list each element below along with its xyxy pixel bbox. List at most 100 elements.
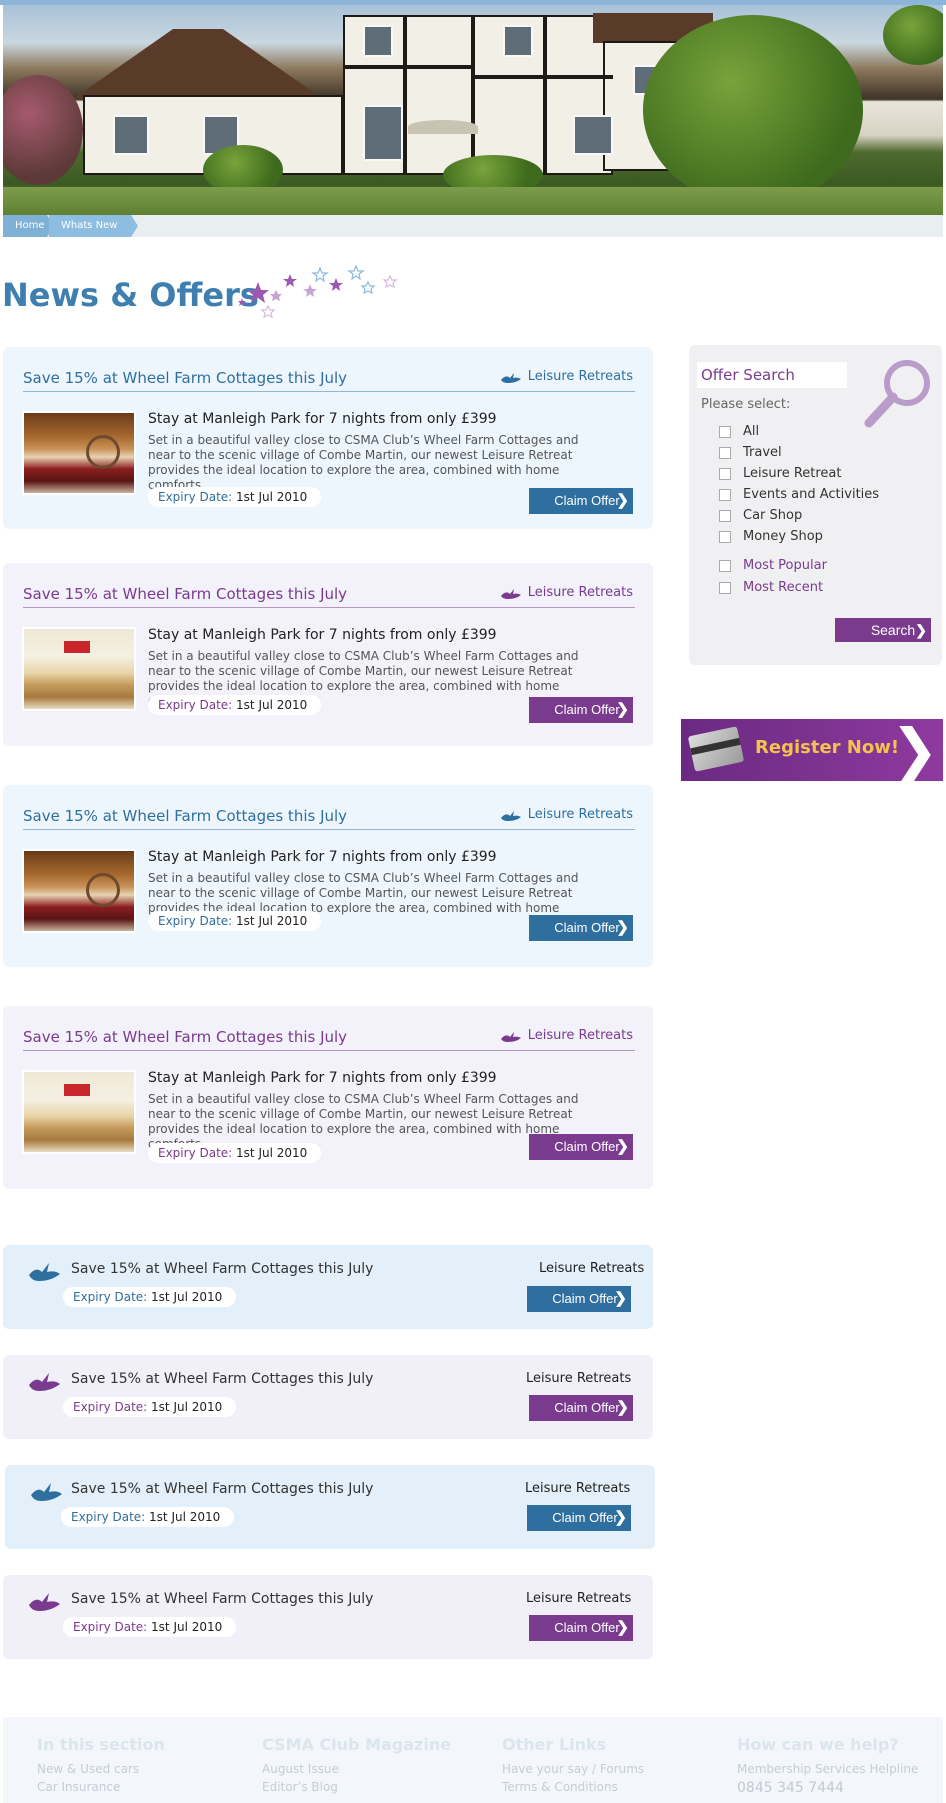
membership-card-icon xyxy=(687,726,745,772)
offer-image[interactable] xyxy=(22,627,136,711)
claim-offer-button[interactable]: Claim Offer xyxy=(529,697,633,723)
checkbox[interactable] xyxy=(719,509,731,522)
claim-offer-button[interactable]: Claim Offer xyxy=(529,1395,633,1421)
filter-money-shop[interactable]: Money Shop xyxy=(719,529,823,544)
bird-icon xyxy=(500,810,521,821)
checkbox[interactable] xyxy=(719,467,731,480)
sort-most-popular[interactable]: Most Popular xyxy=(719,558,827,573)
garden-umbrella xyxy=(408,120,478,134)
offer-title[interactable]: Save 15% at Wheel Farm Cottages this Jul… xyxy=(23,807,347,825)
offer-title[interactable]: Save 15% at Wheel Farm Cottages this Jul… xyxy=(71,1261,373,1277)
offer-category[interactable]: Leisure Retreats xyxy=(525,1481,630,1496)
offer-card: Save 15% at Wheel Farm Cottages this Jul… xyxy=(3,563,653,746)
checkbox[interactable] xyxy=(719,425,731,438)
offer-category[interactable]: Leisure Retreats xyxy=(526,1371,631,1386)
filter-all[interactable]: All xyxy=(719,424,759,439)
offer-category[interactable]: Leisure Retreats xyxy=(539,1261,644,1276)
filter-travel[interactable]: Travel xyxy=(719,445,782,460)
footer-link[interactable]: August Issue xyxy=(262,1760,451,1778)
divider xyxy=(23,607,635,608)
helpline-phone: 0845 345 7444 xyxy=(737,1780,844,1796)
claim-offer-button[interactable]: Claim Offer xyxy=(527,1286,631,1312)
expiry-badge: Expiry Date: 1st Jul 2010 xyxy=(63,1287,237,1307)
bird-icon xyxy=(29,1373,60,1391)
offer-category[interactable]: Leisure Retreats xyxy=(526,1591,631,1606)
divider xyxy=(23,1050,635,1051)
offer-headline: Stay at Manleigh Park for 7 nights from … xyxy=(148,849,497,865)
register-now-label: Register Now! xyxy=(755,737,900,758)
offer-category[interactable]: Leisure Retreats xyxy=(500,585,633,600)
expiry-badge: Expiry Date: 1st Jul 2010 xyxy=(61,1507,235,1527)
footer-link[interactable]: New & Used cars xyxy=(37,1760,165,1778)
filter-label: Car Shop xyxy=(743,508,803,523)
offer-title[interactable]: Save 15% at Wheel Farm Cottages this Jul… xyxy=(71,1371,373,1387)
claim-offer-button[interactable]: Claim Offer xyxy=(529,488,633,514)
offer-card: Save 15% at Wheel Farm Cottages this Jul… xyxy=(3,347,653,529)
sort-label: Most Popular xyxy=(743,558,827,573)
filter-label: Events and Activities xyxy=(743,487,880,502)
offer-image[interactable] xyxy=(22,411,136,495)
expiry-label: Expiry Date: xyxy=(73,1400,148,1414)
filter-events-and-activities[interactable]: Events and Activities xyxy=(719,487,879,502)
offer-headline: Stay at Manleigh Park for 7 nights from … xyxy=(148,411,497,427)
footer-link[interactable]: Car Insurance xyxy=(37,1778,165,1796)
sort-label: Most Recent xyxy=(743,580,824,595)
expiry-badge: Expiry Date: 1st Jul 2010 xyxy=(148,911,322,931)
expiry-badge: Expiry Date: 1st Jul 2010 xyxy=(148,487,322,507)
tree xyxy=(643,15,863,205)
offer-card: Save 15% at Wheel Farm Cottages this Jul… xyxy=(3,785,653,967)
breadcrumb-home[interactable]: Home xyxy=(3,215,47,237)
footer-link[interactable]: Membership Services Helpline xyxy=(737,1760,918,1778)
breadcrumb-separator xyxy=(131,215,138,237)
window xyxy=(113,115,149,155)
window xyxy=(573,115,613,155)
offer-title[interactable]: Save 15% at Wheel Farm Cottages this Jul… xyxy=(23,1028,347,1046)
checkbox[interactable] xyxy=(719,488,731,501)
footer-link[interactable]: Editor’s Blog xyxy=(262,1778,451,1796)
claim-offer-button[interactable]: Claim Offer xyxy=(529,1134,633,1160)
filter-leisure-retreat[interactable]: Leisure Retreat xyxy=(719,466,842,481)
magnifier-icon xyxy=(864,360,930,428)
offer-title[interactable]: Save 15% at Wheel Farm Cottages this Jul… xyxy=(71,1481,373,1497)
bird-icon xyxy=(500,588,521,599)
search-button[interactable]: Search xyxy=(835,618,931,642)
register-now-banner[interactable]: Register Now! ❯ xyxy=(681,719,943,781)
offer-category-label: Leisure Retreats xyxy=(527,585,633,600)
offer-title[interactable]: Save 15% at Wheel Farm Cottages this Jul… xyxy=(23,369,347,387)
expiry-date: 1st Jul 2010 xyxy=(236,490,308,504)
expiry-badge: Expiry Date: 1st Jul 2010 xyxy=(148,695,322,715)
footer-heading: How can we help? xyxy=(737,1735,899,1754)
offer-title[interactable]: Save 15% at Wheel Farm Cottages this Jul… xyxy=(23,585,347,603)
filter-label: Money Shop xyxy=(743,529,823,544)
claim-offer-button[interactable]: Claim Offer xyxy=(529,1615,633,1641)
footer-column: CSMA Club Magazine August Issue Editor’s… xyxy=(262,1735,451,1796)
offer-title[interactable]: Save 15% at Wheel Farm Cottages this Jul… xyxy=(71,1591,373,1607)
expiry-date: 1st Jul 2010 xyxy=(236,914,308,928)
footer-link[interactable]: Have your say / Forums xyxy=(502,1760,644,1778)
checkbox[interactable] xyxy=(719,581,731,594)
checkbox[interactable] xyxy=(719,559,731,572)
offer-category-label: Leisure Retreats xyxy=(527,1028,633,1043)
offer-card: Save 15% at Wheel Farm Cottages this Jul… xyxy=(3,1006,653,1189)
filter-car-shop[interactable]: Car Shop xyxy=(719,508,802,523)
page-title: News & Offers xyxy=(2,276,259,314)
sort-most-recent[interactable]: Most Recent xyxy=(719,580,823,595)
expiry-date: 1st Jul 2010 xyxy=(151,1400,223,1414)
footer-link[interactable]: Terms & Conditions xyxy=(502,1778,644,1796)
offer-search-panel: Offer Search Please select: All Travel L… xyxy=(689,345,942,665)
claim-offer-button[interactable]: Claim Offer xyxy=(527,1505,631,1531)
expiry-label: Expiry Date: xyxy=(158,490,233,504)
checkbox[interactable] xyxy=(719,530,731,543)
offer-category[interactable]: Leisure Retreats xyxy=(500,369,633,384)
offer-category[interactable]: Leisure Retreats xyxy=(500,807,633,822)
filter-label: All xyxy=(743,424,760,439)
offer-search-title: Offer Search xyxy=(697,362,847,388)
expiry-label: Expiry Date: xyxy=(158,1146,233,1160)
offer-image[interactable] xyxy=(22,1070,136,1154)
window xyxy=(363,25,393,57)
offer-category[interactable]: Leisure Retreats xyxy=(500,1028,633,1043)
claim-offer-button[interactable]: Claim Offer xyxy=(529,915,633,941)
offer-image[interactable] xyxy=(22,849,136,933)
breadcrumb-whats-new[interactable]: Whats New xyxy=(49,215,131,237)
checkbox[interactable] xyxy=(719,446,731,459)
